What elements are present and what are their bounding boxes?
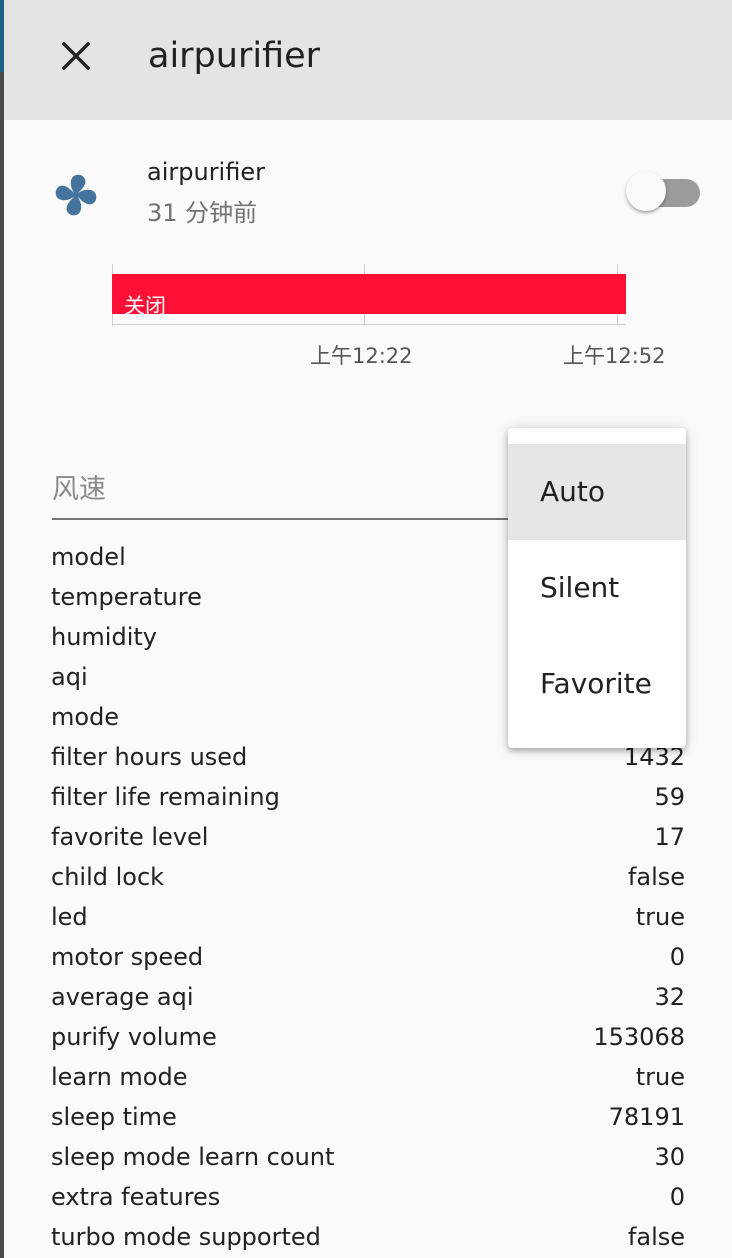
last-changed-time: 31 分钟前 xyxy=(147,199,258,227)
attribute-row: average aqi 32 xyxy=(51,977,685,1017)
attribute-key: humidity xyxy=(51,623,157,651)
attribute-value: false xyxy=(627,863,685,891)
attribute-row: sleep time 78191 xyxy=(51,1097,685,1137)
attribute-value: 78191 xyxy=(608,1103,685,1131)
toggle-knob xyxy=(626,171,666,211)
attribute-value: 30 xyxy=(654,1143,685,1171)
dropdown-option-label: Silent xyxy=(540,571,620,604)
attribute-key: sleep mode learn count xyxy=(51,1143,335,1171)
history-timeline: 关闭 上午12:22 上午12:52 xyxy=(104,262,666,382)
attribute-value: false xyxy=(627,1223,685,1251)
timeline-state-bar[interactable]: 关闭 xyxy=(112,274,626,318)
attribute-key: led xyxy=(51,903,88,931)
attribute-value: 17 xyxy=(654,823,685,851)
attribute-key: learn mode xyxy=(51,1063,188,1091)
attribute-key: sleep time xyxy=(51,1103,177,1131)
timeline-tick-label: 上午12:52 xyxy=(563,344,666,368)
timeline-state-label: 关闭 xyxy=(124,294,166,318)
attribute-value: 153068 xyxy=(593,1023,685,1051)
close-button[interactable] xyxy=(52,32,100,80)
fan-speed-dropdown-menu: Auto Silent Favorite xyxy=(508,428,686,748)
attribute-key: favorite level xyxy=(51,823,209,851)
attribute-value: 32 xyxy=(654,983,685,1011)
attribute-row: motor speed 0 xyxy=(51,937,685,977)
timeline-axis xyxy=(112,324,626,325)
attribute-key: mode xyxy=(51,703,120,731)
attribute-key: extra features xyxy=(51,1183,221,1211)
dropdown-option-silent[interactable]: Silent xyxy=(508,540,686,636)
timeline-tick-label: 上午12:22 xyxy=(310,344,413,368)
attribute-key: model xyxy=(51,543,126,571)
attribute-value: true xyxy=(635,1063,685,1091)
attribute-row: learn mode true xyxy=(51,1057,685,1097)
attribute-key: filter hours used xyxy=(51,743,248,771)
dropdown-option-auto[interactable]: Auto xyxy=(508,444,686,540)
attribute-key: filter life remaining xyxy=(51,783,280,811)
attribute-value: 59 xyxy=(654,783,685,811)
attribute-value: 0 xyxy=(669,1183,685,1211)
power-toggle[interactable] xyxy=(626,171,702,215)
fan-icon xyxy=(52,168,100,222)
attribute-row: led true xyxy=(51,897,685,937)
attribute-row: extra features 0 xyxy=(51,1177,685,1217)
attribute-key: child lock xyxy=(51,863,165,891)
dropdown-option-label: Favorite xyxy=(540,667,652,700)
attribute-key: average aqi xyxy=(51,983,194,1011)
attribute-key: turbo mode supported xyxy=(51,1223,321,1251)
attribute-value: true xyxy=(635,903,685,931)
dialog-title: airpurifier xyxy=(148,36,321,76)
attribute-key: temperature xyxy=(51,583,202,611)
dropdown-option-favorite[interactable]: Favorite xyxy=(508,636,686,732)
more-info-dialog: airpurifier airpurifier 31 分钟前 关闭 上午12:2… xyxy=(4,0,732,1258)
attribute-row: child lock false xyxy=(51,857,685,897)
attribute-key: aqi xyxy=(51,663,88,691)
attribute-row: sleep mode learn count 30 xyxy=(51,1137,685,1177)
attribute-key: motor speed xyxy=(51,943,204,971)
attribute-row: turbo mode supported false xyxy=(51,1217,685,1257)
attribute-row: favorite level 17 xyxy=(51,817,685,857)
attribute-row: filter life remaining 59 xyxy=(51,777,685,817)
dialog-header: airpurifier xyxy=(4,0,732,120)
close-icon xyxy=(61,41,91,71)
attribute-value: 0 xyxy=(669,943,685,971)
entity-name: airpurifier xyxy=(147,158,265,186)
dropdown-option-label: Auto xyxy=(540,475,606,508)
attribute-key: purify volume xyxy=(51,1023,217,1051)
attribute-row: purify volume 153068 xyxy=(51,1017,685,1057)
fan-speed-label: 风速 xyxy=(52,474,106,505)
